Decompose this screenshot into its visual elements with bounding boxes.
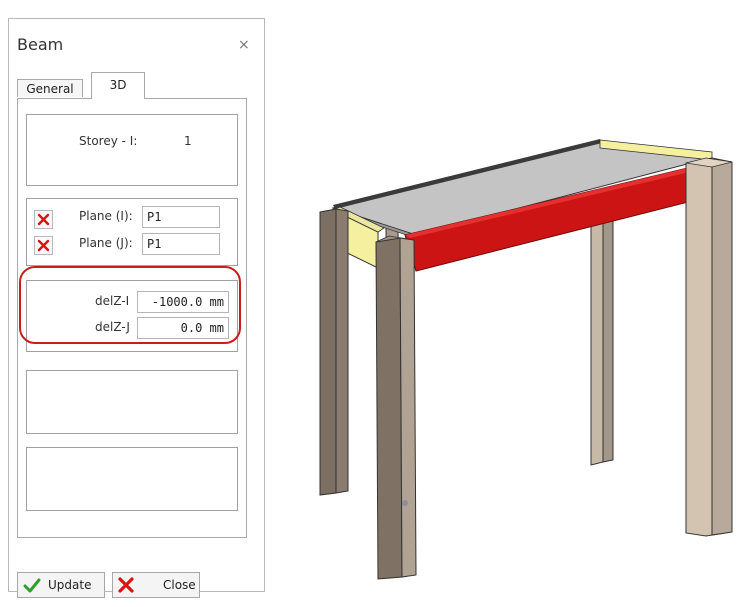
- column-back-right: [590, 209, 614, 466]
- column-front-right: [685, 157, 733, 537]
- node-marker: [402, 500, 408, 506]
- tab-3d[interactable]: 3D: [91, 72, 145, 99]
- column-front-middle: [375, 235, 417, 580]
- column-front-left: [319, 208, 349, 496]
